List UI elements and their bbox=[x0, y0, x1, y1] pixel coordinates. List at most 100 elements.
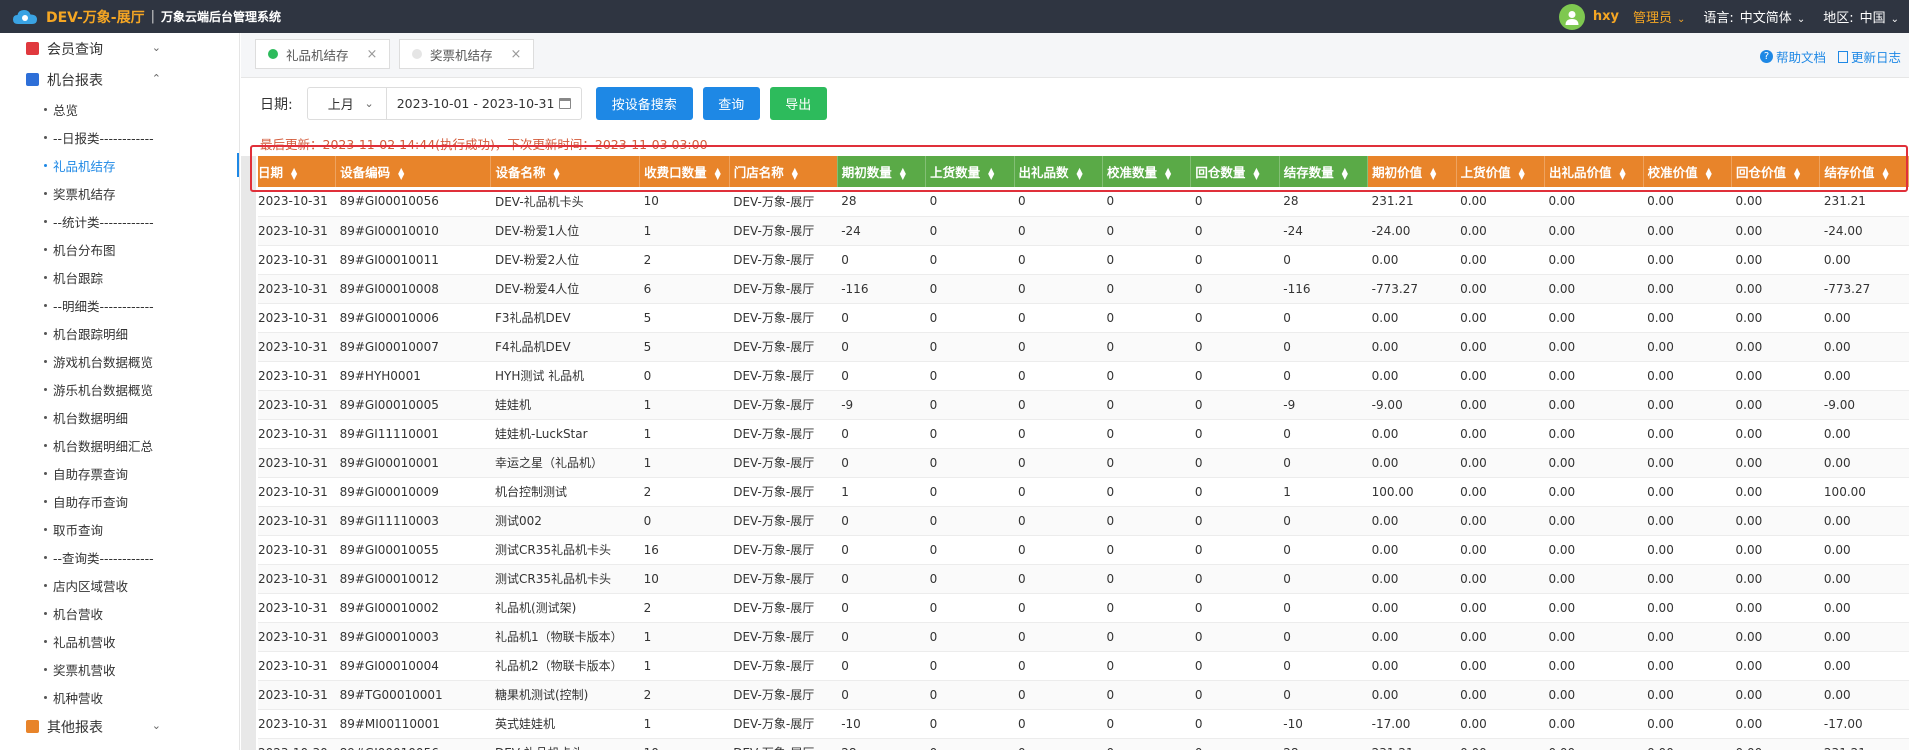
data-table-container[interactable]: 日期 ▲ ▼ 设备编码 ▲ ▼ 设备名称 ▲ ▼ 收费口数量 ▲ ▼ 门店名称 ▲ ▼ 期初数量 ▲ ▼ 上货数量 ▲… bbox=[258, 156, 1909, 750]
table-row[interactable]: 2023-10-31 89#GI00010011 DEV-粉爱2人位 2 DEV-万象-… bbox=[258, 245, 1909, 275]
sidebar-item[interactable]: 自助存币查询 bbox=[0, 487, 239, 515]
table-row[interactable]: 2023-10-31 89#GI00010056 DEV-礼品机卡头 10 DEV-万象… bbox=[258, 187, 1909, 217]
sort-icon[interactable]: ▲ ▼ bbox=[1165, 166, 1171, 180]
column-header[interactable]: 校准价值 ▲ ▼ bbox=[1643, 156, 1733, 187]
column-header[interactable]: 回仓数量 ▲ ▼ bbox=[1190, 156, 1280, 187]
sort-icon[interactable]: ▲ ▼ bbox=[1342, 166, 1348, 180]
sidebar-item[interactable]: 游戏机台数据概览 bbox=[0, 347, 239, 375]
sort-icon[interactable]: ▲ ▼ bbox=[398, 166, 404, 180]
column-header[interactable]: 期初数量 ▲ ▼ bbox=[837, 156, 927, 187]
table-row[interactable]: 2023-10-31 89#GI00010012 测试CR35礼品机卡头 10 DEV-… bbox=[258, 564, 1909, 594]
query-button[interactable]: 查询 bbox=[702, 87, 760, 120]
sort-icon[interactable]: ▲ ▼ bbox=[1794, 166, 1800, 180]
sort-icon[interactable]: ▲ ▼ bbox=[900, 166, 906, 180]
sort-icon[interactable]: ▲ ▼ bbox=[1519, 166, 1525, 180]
table-row[interactable]: 2023-10-31 89#HYH0001 HYH测试 礼品机 0 DEV-万象-展厅 0… bbox=[258, 361, 1909, 391]
sidebar-group-other-reports[interactable]: 其他报表 ⌄ bbox=[0, 711, 239, 742]
table-cell: 0 bbox=[925, 506, 1015, 536]
sidebar-item[interactable]: 机台分布图 bbox=[0, 235, 239, 263]
sidebar-group-machine-reports[interactable]: 机台报表 ⌃ bbox=[0, 64, 239, 95]
sidebar-item[interactable]: --统计类------------ bbox=[0, 207, 239, 235]
sidebar-item[interactable]: 奖票机营收 bbox=[0, 655, 239, 683]
column-header[interactable]: 出礼品价值 ▲ ▼ bbox=[1544, 156, 1644, 187]
table-cell: 0.00 bbox=[1544, 506, 1644, 536]
sort-icon[interactable]: ▲ ▼ bbox=[1619, 166, 1625, 180]
column-header[interactable]: 结存价值 ▲ ▼ bbox=[1819, 156, 1909, 187]
column-header[interactable]: 校准数量 ▲ ▼ bbox=[1102, 156, 1192, 187]
sidebar-item[interactable]: 总览 bbox=[0, 95, 239, 123]
help-docs-link[interactable]: ? 帮助文档 bbox=[1759, 47, 1826, 66]
sidebar-item[interactable]: --日报类------------ bbox=[0, 123, 239, 151]
sidebar-item[interactable]: 取币查询 bbox=[0, 515, 239, 543]
region-dropdown[interactable]: 中国 ⌄ bbox=[1860, 7, 1899, 26]
table-row[interactable]: 2023-10-31 89#GI00010008 DEV-粉爱4人位 6 DEV-万象-… bbox=[258, 274, 1909, 304]
sidebar-item[interactable]: 机台跟踪明细 bbox=[0, 319, 239, 347]
table-row[interactable]: 2023-10-31 89#GI00010002 礼品机(测试架) 2 DEV-万象-展… bbox=[258, 593, 1909, 623]
sort-icon[interactable]: ▲ ▼ bbox=[291, 166, 297, 180]
table-row[interactable]: 2023-10-3089#GI00010056DEV-礼品机卡头10DEV-万象… bbox=[258, 738, 1909, 750]
table-row[interactable]: 2023-10-31 89#GI00010055 测试CR35礼品机卡头 16 DEV-… bbox=[258, 535, 1909, 565]
table-row[interactable]: 2023-10-31 89#GI00010003 礼品机1（物联卡版本） 1 DEV-万… bbox=[258, 622, 1909, 652]
sidebar-item[interactable]: 机种营收 bbox=[0, 683, 239, 711]
column-header[interactable]: 出礼品数 ▲ ▼ bbox=[1014, 156, 1103, 187]
column-header[interactable]: 设备名称 ▲ ▼ bbox=[490, 156, 641, 187]
column-header[interactable]: 日期 ▲ ▼ bbox=[258, 156, 337, 187]
left-scrollbar[interactable] bbox=[241, 156, 256, 750]
sidebar-item[interactable]: 机台营收 bbox=[0, 599, 239, 627]
column-header[interactable]: 回仓价值 ▲ ▼ bbox=[1731, 156, 1821, 187]
table-row[interactable]: 2023-10-31 89#GI00010001 幸运之星（礼品机） 1 DEV-万象-… bbox=[258, 448, 1909, 478]
tab-gift-machine-stock[interactable]: 礼品机结存 × bbox=[255, 39, 391, 69]
table-row[interactable]: 2023-10-31 89#TG00010001 糖果机测试(控制) 2 DEV-万象-… bbox=[258, 680, 1909, 710]
export-button[interactable]: 导出 bbox=[769, 87, 827, 120]
sort-icon[interactable]: ▲ ▼ bbox=[1706, 166, 1712, 180]
date-range-input[interactable]: 2023-10-01 - 2023-10-31 bbox=[386, 87, 582, 120]
table-row[interactable]: 2023-10-31 89#MI00110001 英式娃娃机 1 DEV-万象-展厅 -1… bbox=[258, 709, 1909, 739]
column-header[interactable]: 门店名称 ▲ ▼ bbox=[729, 156, 838, 187]
table-cell: 0 bbox=[1102, 448, 1191, 478]
sort-icon[interactable]: ▲ ▼ bbox=[988, 166, 994, 180]
sort-icon[interactable]: ▲ ▼ bbox=[792, 166, 798, 180]
username[interactable]: hxy bbox=[1593, 9, 1619, 24]
role-dropdown[interactable]: 管理员 ⌄ bbox=[1633, 7, 1685, 26]
close-icon[interactable]: × bbox=[367, 47, 378, 62]
sort-icon[interactable]: ▲ ▼ bbox=[554, 166, 560, 180]
sidebar-item[interactable]: --明细类------------ bbox=[0, 291, 239, 319]
sidebar-item[interactable]: 机台数据明细 bbox=[0, 403, 239, 431]
column-header[interactable]: 期初价值 ▲ ▼ bbox=[1367, 156, 1457, 187]
table-row[interactable]: 2023-10-31 89#GI00010004 礼品机2（物联卡版本） 1 DEV-万… bbox=[258, 651, 1909, 681]
sidebar-item[interactable]: --查询类------------ bbox=[0, 543, 239, 571]
sidebar-item[interactable]: 游乐机台数据概览 bbox=[0, 375, 239, 403]
sidebar-item[interactable]: 礼品机营收 bbox=[0, 627, 239, 655]
sort-icon[interactable]: ▲ ▼ bbox=[1077, 166, 1083, 180]
sidebar-item[interactable]: 机台数据明细汇总 bbox=[0, 431, 239, 459]
column-header[interactable]: 上货价值 ▲ ▼ bbox=[1456, 156, 1545, 187]
sidebar-group-member-query[interactable]: 会员查询 ⌄ bbox=[0, 33, 239, 64]
sort-icon[interactable]: ▲ ▼ bbox=[715, 166, 721, 180]
device-search-button[interactable]: 按设备搜索 bbox=[595, 87, 693, 120]
table-row[interactable]: 2023-10-31 89#GI00010006 F3礼品机DEV 5 DEV-万象-展… bbox=[258, 303, 1909, 333]
column-header[interactable]: 结存数量 ▲ ▼ bbox=[1279, 156, 1369, 187]
language-dropdown[interactable]: 中文简体 ⌄ bbox=[1740, 7, 1805, 26]
changelog-link[interactable]: 更新日志 bbox=[1837, 47, 1901, 66]
tab-ticket-machine-stock[interactable]: 奖票机结存 × bbox=[399, 39, 535, 69]
table-row[interactable]: 2023-10-31 89#GI00010005 娃娃机 1 DEV-万象-展厅 -9 0 0… bbox=[258, 390, 1909, 420]
table-row[interactable]: 2023-10-31 89#GI00010007 F4礼品机DEV 5 DEV-万象-展… bbox=[258, 332, 1909, 362]
column-header[interactable]: 设备编码 ▲ ▼ bbox=[335, 156, 492, 187]
sidebar-item[interactable]: 机台跟踪 bbox=[0, 263, 239, 291]
sidebar-item[interactable]: 奖票机结存 bbox=[0, 179, 239, 207]
sort-icon[interactable]: ▲ ▼ bbox=[1882, 166, 1888, 180]
column-header[interactable]: 上货数量 ▲ ▼ bbox=[925, 156, 1015, 187]
table-row[interactable]: 2023-10-31 89#GI00010010 DEV-粉爱1人位 1 DEV-万象-… bbox=[258, 216, 1909, 246]
avatar[interactable] bbox=[1558, 3, 1585, 30]
sort-icon[interactable]: ▲ ▼ bbox=[1430, 166, 1436, 180]
table-row[interactable]: 2023-10-31 89#GI11110001 娃娃机-LuckStar 1 DEV-… bbox=[258, 419, 1909, 449]
sidebar-item[interactable]: 礼品机结存 bbox=[0, 151, 239, 179]
column-header[interactable]: 收费口数量 ▲ ▼ bbox=[639, 156, 730, 187]
close-icon[interactable]: × bbox=[511, 47, 522, 62]
sort-icon[interactable]: ▲ ▼ bbox=[1253, 166, 1259, 180]
period-select[interactable]: 上月 ⌄ bbox=[306, 87, 387, 120]
table-row[interactable]: 2023-10-31 89#GI00010009 机台控制测试 2 DEV-万象-展厅 1… bbox=[258, 477, 1909, 507]
table-row[interactable]: 2023-10-31 89#GI11110003 测试002 0 DEV-万象-展厅 0 0… bbox=[258, 506, 1909, 536]
sidebar-item[interactable]: 店内区域营收 bbox=[0, 571, 239, 599]
sidebar-item[interactable]: 自助存票查询 bbox=[0, 459, 239, 487]
